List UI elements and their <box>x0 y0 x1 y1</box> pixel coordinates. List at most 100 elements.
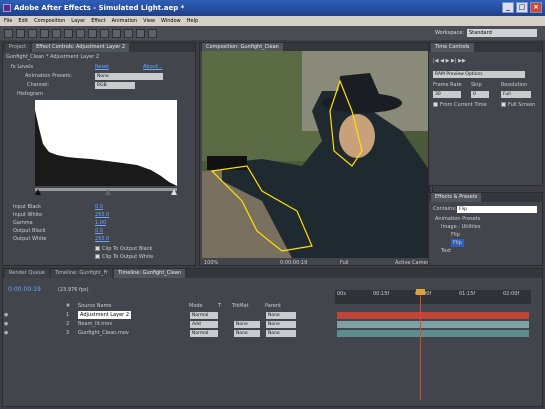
menu-edit[interactable]: Edit <box>18 18 28 24</box>
workspace-select[interactable]: Standard <box>467 29 537 37</box>
minimize-icon[interactable]: _ <box>502 2 514 13</box>
first-frame-icon[interactable]: |◀ <box>433 58 439 64</box>
playhead-line[interactable] <box>420 290 421 400</box>
hand-tool-icon[interactable] <box>16 28 25 38</box>
layer-parent[interactable]: None <box>266 330 296 337</box>
layer-mode[interactable]: Add <box>190 321 218 328</box>
clone-tool-icon[interactable] <box>124 28 133 38</box>
next-frame-icon[interactable]: ▶| <box>451 58 457 64</box>
comp-resolution[interactable]: Full <box>340 259 349 267</box>
checkbox-icon[interactable] <box>95 254 100 259</box>
menu-animation[interactable]: Animation <box>112 18 138 24</box>
fx-toggle-icon[interactable]: fx <box>11 64 16 70</box>
menu-help[interactable]: Help <box>187 18 198 24</box>
eye-icon[interactable]: ◉ <box>4 321 8 327</box>
layer-name[interactable]: Gunfight_Clean.mov <box>78 329 129 337</box>
tree-flip-selected[interactable]: Flip <box>451 239 464 247</box>
layer-trkmat[interactable]: None <box>234 321 260 328</box>
prev-frame-icon[interactable]: ◀ <box>440 58 444 64</box>
puppet-tool-icon[interactable] <box>148 28 157 38</box>
tab-timeline-gunfight-fr[interactable]: Timeline: Gunfight_Fr <box>50 269 113 278</box>
selection-tool-icon[interactable] <box>4 28 13 38</box>
comp-timecode[interactable]: 0:00:00:19 <box>280 259 307 267</box>
layer-trkmat[interactable]: None <box>234 330 260 337</box>
close-icon[interactable]: × <box>530 2 542 13</box>
about-link[interactable]: About... <box>143 63 163 71</box>
from-current-check[interactable]: From Current Time <box>433 101 487 109</box>
col-num: # <box>66 303 71 309</box>
mask-tool-icon[interactable] <box>76 28 85 38</box>
param-input-black-value[interactable]: 0.0 <box>95 203 103 211</box>
maximize-icon[interactable]: □ <box>516 2 528 13</box>
frame-rate-select[interactable]: 30 <box>433 91 461 98</box>
eye-icon[interactable]: ◉ <box>4 312 8 318</box>
comp-zoom[interactable]: 100% <box>204 259 218 267</box>
comp-view[interactable]: Active Camera <box>395 259 432 267</box>
zoom-tool-icon[interactable] <box>28 28 37 38</box>
eraser-tool-icon[interactable] <box>136 28 145 38</box>
timeline-timecode[interactable]: 0:00:00:19 <box>8 286 41 294</box>
param-output-black-value[interactable]: 0.0 <box>95 227 103 235</box>
layer-row[interactable]: ◉ 2 Beam_lit.mov Add None None <box>4 320 334 328</box>
menu-window[interactable]: Window <box>161 18 181 24</box>
layer-row[interactable]: ◉ 1 Adjustment Layer 2 Normal None <box>4 311 334 319</box>
menu-layer[interactable]: Layer <box>71 18 85 24</box>
layer-mode[interactable]: Normal <box>190 330 218 337</box>
ruler-label: 00s <box>337 291 346 297</box>
param-output-white-value[interactable]: 255.0 <box>95 235 109 243</box>
param-gamma-value[interactable]: 1.00 <box>95 219 106 227</box>
tree-flip[interactable]: Flip <box>451 231 460 239</box>
tree-image-utilities[interactable]: Image - Utilities <box>441 223 480 231</box>
last-frame-icon[interactable]: ▶▶ <box>458 58 466 64</box>
tab-project[interactable]: Project <box>5 43 31 52</box>
menu-bar: File Edit Composition Layer Effect Anima… <box>0 16 545 26</box>
reset-link[interactable]: Reset <box>95 63 109 71</box>
clip-output-white-check[interactable]: Clip To Output White <box>95 253 153 261</box>
tree-animation-presets[interactable]: Animation Presets <box>435 215 480 223</box>
camera-tool-icon[interactable] <box>52 28 61 38</box>
menu-composition[interactable]: Composition <box>34 18 65 24</box>
eye-icon[interactable]: ◉ <box>4 330 8 336</box>
menu-effect[interactable]: Effect <box>91 18 105 24</box>
checkbox-icon[interactable] <box>501 102 506 107</box>
pan-behind-icon[interactable] <box>64 28 73 38</box>
text-tool-icon[interactable] <box>100 28 109 38</box>
layer-bar-beam[interactable] <box>337 321 529 328</box>
clip-output-black-check[interactable]: Clip To Output Black <box>95 245 152 253</box>
rotate-tool-icon[interactable] <box>40 28 49 38</box>
layer-bar-gunfight[interactable] <box>337 330 529 337</box>
full-screen-check[interactable]: Full Screen <box>501 101 535 109</box>
resolution-select[interactable]: Full <box>501 91 531 98</box>
brush-tool-icon[interactable] <box>112 28 121 38</box>
layer-bar-adjustment[interactable] <box>337 312 529 319</box>
layer-row[interactable]: ◉ 3 Gunfight_Clean.mov Normal None None <box>4 329 334 337</box>
effects-search-input[interactable]: Flip <box>457 206 537 213</box>
menu-file[interactable]: File <box>4 18 12 24</box>
param-input-white-value[interactable]: 255.0 <box>95 211 109 219</box>
tab-timeline-gunfight-clean[interactable]: Timeline: Gunfight_Clean <box>114 269 185 278</box>
input-slider-track[interactable] <box>35 188 177 191</box>
layer-name[interactable]: Beam_lit.mov <box>78 320 112 328</box>
animation-presets-select[interactable]: None <box>95 73 163 80</box>
layer-parent[interactable]: None <box>266 312 296 319</box>
composition-viewer[interactable] <box>202 51 430 258</box>
tab-time-controls[interactable]: Time Controls <box>431 43 474 52</box>
menu-view[interactable]: View <box>143 18 155 24</box>
ram-preview-select[interactable]: RAM Preview Options <box>433 71 525 78</box>
tab-effect-controls[interactable]: Effect Controls: Adjustment Layer 2 <box>32 43 130 52</box>
layer-mode[interactable]: Normal <box>190 312 218 319</box>
tab-render-queue[interactable]: Render Queue <box>5 269 49 278</box>
tab-effects-presets[interactable]: Effects & Presets <box>431 193 482 202</box>
pen-tool-icon[interactable] <box>88 28 97 38</box>
playhead-handle-icon[interactable] <box>416 289 425 295</box>
histogram[interactable] <box>35 100 177 198</box>
skip-select[interactable]: 0 <box>471 91 489 98</box>
tree-text[interactable]: Text <box>441 247 451 255</box>
channel-select[interactable]: RGB <box>95 82 135 89</box>
checkbox-icon[interactable] <box>95 246 100 251</box>
play-icon[interactable]: ▶ <box>446 58 450 64</box>
layer-parent[interactable]: None <box>266 321 296 328</box>
time-ruler[interactable]: 00s 00:15f 01:00f 01:15f 02:00f <box>335 290 531 304</box>
layer-name[interactable]: Adjustment Layer 2 <box>78 311 132 319</box>
checkbox-icon[interactable] <box>433 102 438 107</box>
